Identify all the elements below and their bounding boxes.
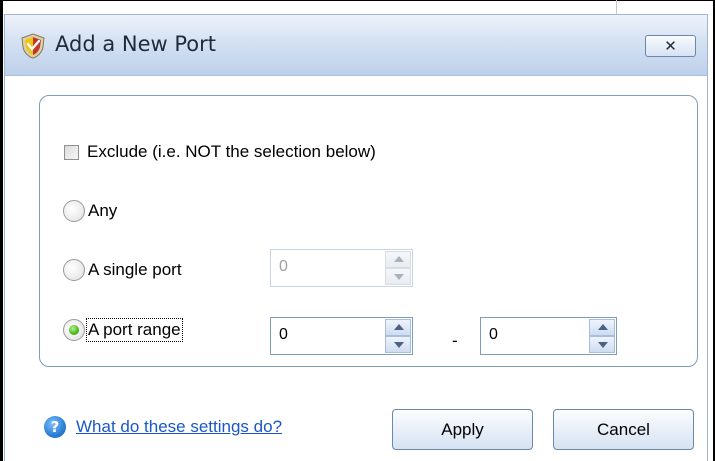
single-port-arrows [385,251,411,285]
any-radio[interactable] [63,200,85,222]
single-port-decrement-button[interactable] [385,268,411,285]
single-port-option[interactable]: A single port [63,259,182,281]
range-start-stepper[interactable]: 0 [270,317,413,355]
range-end-decrement-button[interactable] [589,336,615,353]
exclude-checkbox[interactable] [64,144,79,160]
single-port-label: A single port [88,260,182,279]
range-end-stepper[interactable]: 0 [480,317,617,355]
exclude-option[interactable]: Exclude (i.e. NOT the selection below) [64,142,376,162]
add-port-dialog: Add a New Port ✕ Exclude (i.e. NOT the s… [4,14,708,461]
range-end-increment-button[interactable] [589,319,615,336]
background-divider [616,0,617,14]
port-range-option[interactable]: A port range [63,318,183,342]
any-label: Any [88,201,118,220]
title-bar[interactable]: Add a New Port ✕ [5,15,707,76]
range-start-decrement-button[interactable] [385,336,411,353]
range-end-value: 0 [489,326,498,343]
range-start-arrows [385,319,411,353]
dialog-title: Add a New Port [55,32,216,56]
help-icon[interactable]: ? [44,416,66,438]
range-start-increment-button[interactable] [385,319,411,336]
port-range-label: A port range [86,318,183,342]
help-link[interactable]: What do these settings do? [76,417,282,437]
background-edge-left [0,0,3,461]
single-port-radio[interactable] [63,259,85,281]
exclude-label: Exclude (i.e. NOT the selection below) [87,142,376,161]
apply-button[interactable]: Apply [392,409,533,450]
range-separator: - [452,331,458,350]
background-edge-top [0,0,715,1]
single-port-increment-button[interactable] [385,251,411,268]
single-port-stepper[interactable]: 0 [270,249,413,287]
range-start-value: 0 [279,326,288,343]
shield-icon [21,33,45,59]
port-range-radio[interactable] [63,319,85,341]
close-button[interactable]: ✕ [645,35,696,57]
single-port-value: 0 [279,258,288,275]
cancel-button[interactable]: Cancel [553,409,694,450]
any-option[interactable]: Any [63,200,117,222]
range-end-arrows [589,319,615,353]
